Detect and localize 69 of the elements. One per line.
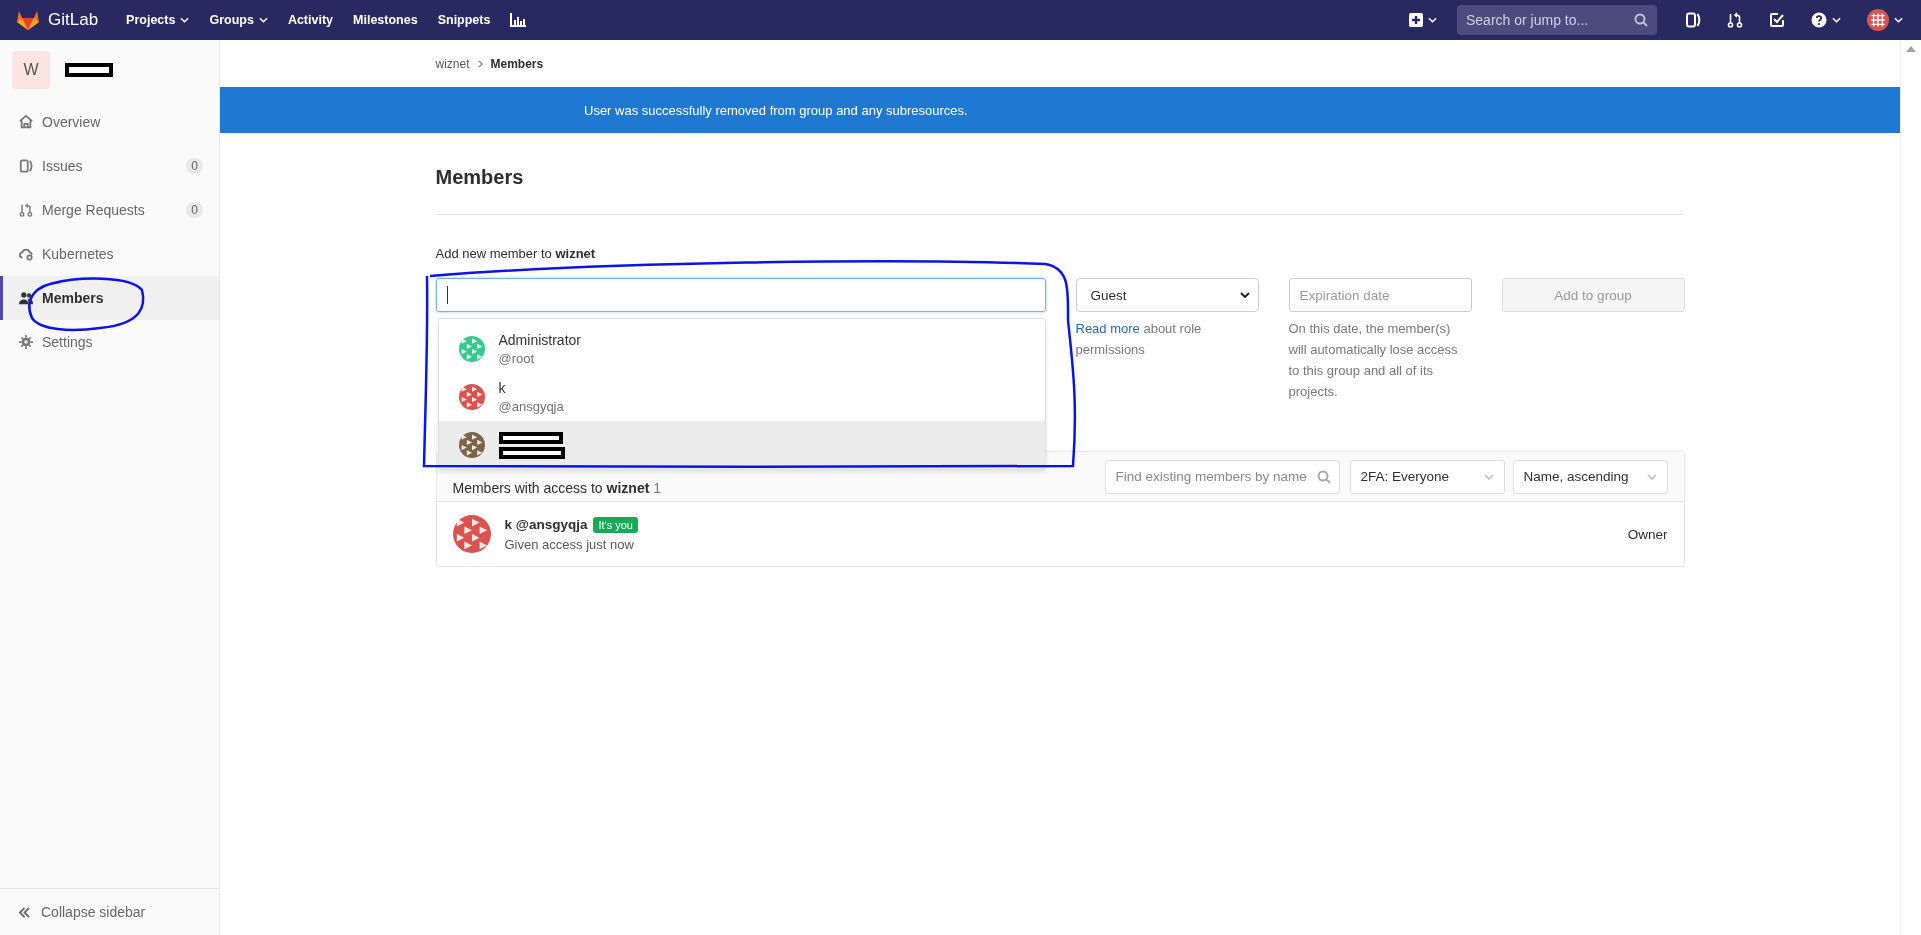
expiration-date-field[interactable]: Expiration date [1288,278,1472,312]
nav-link[interactable]: Projects [126,13,190,27]
redaction-mark [498,446,565,459]
nav-link[interactable]: Milestones [353,13,418,27]
help-text: Read more about role permissions [1075,320,1203,359]
caret-icon [1239,292,1250,298]
merge-icon [19,203,33,217]
group-avatar: W [12,51,50,89]
breadcrumb-link[interactable]: Members [490,56,544,71]
issues-icon [1685,12,1701,28]
count-badge: 0 [186,158,203,174]
settings-icon [19,335,33,349]
member-search-field[interactable] [435,278,1046,312]
plus-icon [1409,13,1423,27]
count-badge: 0 [186,202,203,218]
role-select[interactable]: Guest [1075,278,1259,312]
caret-icon [1646,473,1657,480]
chevron-icon [477,59,483,68]
sidebar-item[interactable]: Kubernetes [0,232,219,276]
sidebar-item[interactable]: Issues 0 [0,144,219,188]
suggestion-item[interactable]: k @ansgyqja [438,373,1045,421]
fox-logo-icon [16,9,40,31]
nav-link[interactable]: Activity [287,13,334,27]
panel-title: Members with access to wiznet 1 [452,478,663,496]
nav-link[interactable]: Snippets [437,13,491,27]
user-name: Administrator [498,332,581,348]
read-more-link[interactable]: Read more [1075,321,1140,336]
double-chevron-icon [18,906,31,918]
cloud-icon [19,247,33,261]
member-filter-field[interactable]: Find existing members by name [1104,459,1340,494]
username: @ansgyqja [498,399,564,414]
search-icon [1316,469,1331,484]
caret-icon [1894,17,1903,23]
user-name: k [498,380,507,396]
merge-icon [1727,12,1743,28]
search-icon [1634,13,1648,27]
search-field[interactable]: Search or jump to... [1457,5,1657,35]
twofa-filter-select[interactable]: 2FA: Everyone [1349,459,1505,494]
checkbox-icon [1769,12,1785,28]
sidebar-item[interactable]: Members [0,276,219,320]
redaction-mark [498,431,563,444]
suggestion-item[interactable] [438,421,1045,469]
caret-icon [1428,17,1437,23]
collapse-sidebar-link[interactable]: Collapse sidebar [0,888,219,935]
users-icon [19,291,33,305]
sidebar-item[interactable]: Settings [0,320,219,364]
avatar-icon [1867,9,1889,31]
issues-icon [19,159,33,173]
caret-icon [1483,473,1494,480]
suggestion-item[interactable]: Administrator @root [438,325,1045,373]
caret-icon [1832,17,1841,23]
sidebar-item[interactable]: Overview [0,100,219,144]
help-text: On this date, the member(s) will automatically lose access to this group and all of its projects. [1288,320,1459,401]
nav-link[interactable]: Groups [209,13,268,27]
member-role: Owner [1627,526,1668,542]
member-name: k @ansgyqja [504,517,588,532]
home-icon [19,115,33,129]
help-icon [1811,12,1827,28]
logo-text[interactable]: GitLab [48,10,99,30]
breadcrumb-link[interactable]: wiznet [435,56,470,71]
sidebar-item[interactable]: Merge Requests 0 [0,188,219,232]
username: @root [498,351,536,366]
sort-select[interactable]: Name, ascending [1512,459,1668,494]
chart-icon [510,13,527,27]
member-meta: Given access just now [504,536,635,552]
badge: It's you [593,516,638,533]
form-label: Add new member to wiznet [435,246,597,261]
page-title: Members [435,166,525,190]
alert-message: User was successfully removed from group and any subresources. [584,102,968,118]
